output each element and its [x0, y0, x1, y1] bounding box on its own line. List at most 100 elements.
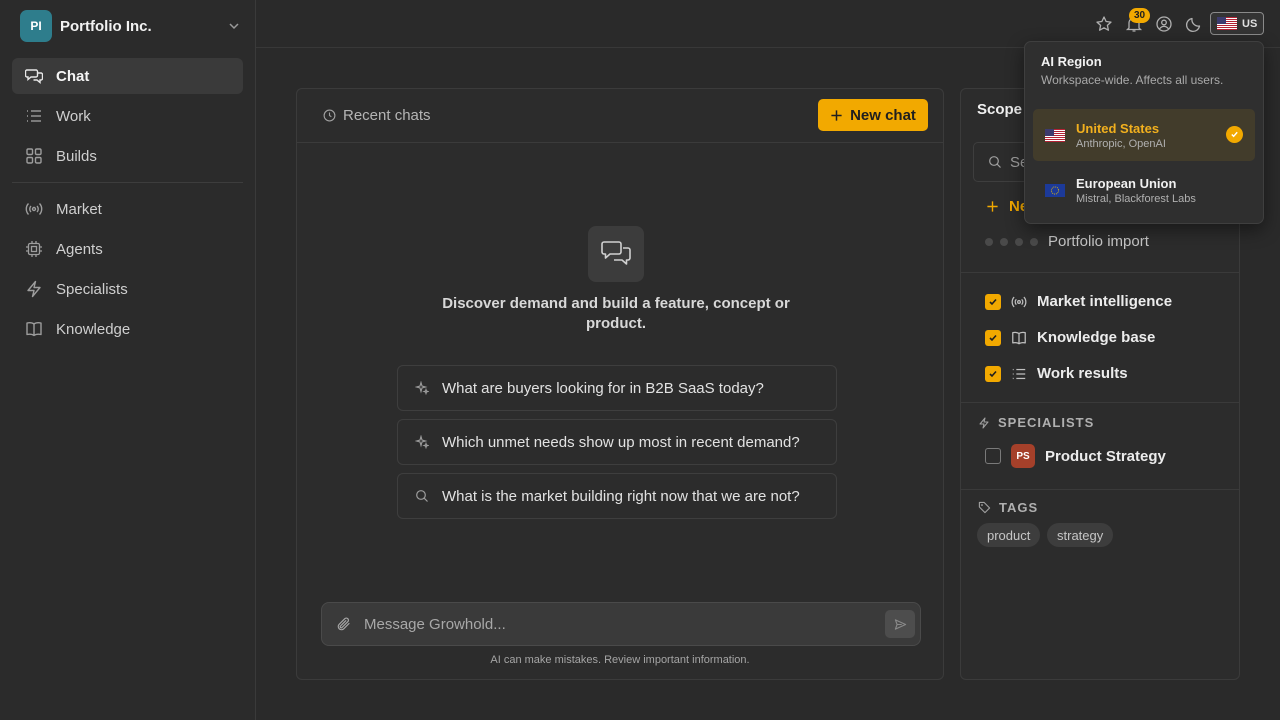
- recent-chats-label: Recent chats: [343, 107, 431, 124]
- primary-nav: Chat Work Builds: [12, 58, 243, 178]
- source-work-results[interactable]: Work results: [985, 365, 1128, 382]
- divider: [961, 489, 1239, 490]
- empty-state-icon-box: [588, 226, 644, 282]
- nav-label: Agents: [56, 240, 103, 258]
- workspace-switcher[interactable]: PI Portfolio Inc.: [20, 10, 242, 42]
- lightning-icon: [27, 280, 41, 298]
- notification-badge: 30: [1129, 8, 1150, 23]
- tag-icon: [978, 501, 991, 514]
- us-flag-icon: [1217, 17, 1237, 30]
- nav-label: Knowledge: [56, 320, 131, 338]
- suggestion-text: Which unmet needs show up most in recent…: [442, 433, 800, 451]
- nav-item-knowledge[interactable]: Knowledge: [12, 311, 243, 347]
- region-option-us[interactable]: United States Anthropic, OpenAI: [1033, 109, 1255, 161]
- user-circle-icon[interactable]: [1155, 15, 1173, 33]
- secondary-nav: Market Agents Specialists Knowledge: [12, 191, 243, 351]
- message-input[interactable]: [364, 615, 864, 633]
- tag-chip[interactable]: strategy: [1047, 523, 1114, 547]
- nav-item-chat[interactable]: Chat: [12, 58, 243, 94]
- broadcast-icon: [1011, 296, 1027, 307]
- region-dropdown-title: AI Region: [1041, 54, 1102, 69]
- chat-bubbles-icon: [25, 69, 43, 84]
- search-icon: [989, 156, 1001, 168]
- new-chat-label: New chat: [850, 106, 916, 124]
- region-option-providers: Mistral, Blackforest Labs: [1076, 192, 1196, 205]
- chevron-down-icon: [229, 23, 239, 30]
- divider: [961, 272, 1239, 273]
- paperclip-icon[interactable]: [336, 616, 352, 632]
- specialist-label: Product Strategy: [1045, 447, 1166, 465]
- search-icon: [416, 490, 428, 502]
- check-circle-icon: [1226, 126, 1243, 143]
- plus-icon: [831, 109, 842, 121]
- workspace-name: Portfolio Inc.: [60, 17, 152, 35]
- source-label: Market intelligence: [1037, 293, 1173, 310]
- nav-label: Chat: [56, 67, 90, 85]
- scope-title: Scope: [977, 101, 1023, 118]
- list-icon: [1012, 368, 1026, 379]
- broadcast-icon: [25, 203, 43, 215]
- scope-new-button[interactable]: Ne: [986, 198, 1028, 215]
- plus-icon: [987, 201, 998, 212]
- workspace-avatar: PI: [20, 10, 52, 42]
- moon-icon[interactable]: [1185, 15, 1203, 33]
- nav-item-specialists[interactable]: Specialists: [12, 271, 243, 307]
- specialist-product-strategy[interactable]: PS Product Strategy: [985, 444, 1166, 468]
- tags-heading: TAGS: [978, 500, 1038, 515]
- chip-icon: [26, 241, 42, 257]
- nav-label: Market: [56, 200, 102, 218]
- list-icon: [27, 110, 41, 122]
- divider: [961, 402, 1239, 403]
- checkbox-unchecked[interactable]: [985, 448, 1001, 464]
- eu-flag-icon: [1045, 183, 1065, 197]
- suggestion-item[interactable]: Which unmet needs show up most in recent…: [397, 419, 837, 465]
- empty-state-text: Discover demand and build a feature, con…: [442, 295, 790, 332]
- source-label: Knowledge base: [1037, 329, 1156, 346]
- suggestion-item[interactable]: What are buyers looking for in B2B SaaS …: [397, 365, 837, 411]
- checkbox-checked[interactable]: [985, 293, 1001, 310]
- region-option-name: European Union: [1076, 175, 1177, 191]
- chat-bubbles-icon: [601, 241, 631, 265]
- ai-disclaimer: AI can make mistakes. Review important i…: [490, 654, 750, 666]
- nav-item-agents[interactable]: Agents: [12, 231, 243, 267]
- nav-item-market[interactable]: Market: [12, 191, 243, 227]
- star-icon[interactable]: [1095, 15, 1113, 33]
- region-option-name: United States: [1076, 120, 1160, 136]
- nav-item-work[interactable]: Work: [12, 98, 243, 134]
- tags-heading-label: TAGS: [999, 500, 1039, 515]
- source-label: Work results: [1037, 365, 1128, 382]
- nav-label: Specialists: [56, 280, 128, 298]
- chat-header: Recent chats New chat: [297, 89, 943, 143]
- checkbox-checked[interactable]: [985, 365, 1001, 382]
- source-knowledge-base[interactable]: Knowledge base: [985, 329, 1155, 346]
- sparkle-icon: [415, 381, 429, 395]
- loading-dots: [985, 237, 1038, 246]
- us-flag-icon: [1045, 128, 1065, 142]
- sidebar: PI Portfolio Inc. Chat Work Builds Marke…: [0, 0, 256, 720]
- source-market-intelligence[interactable]: Market intelligence: [985, 293, 1172, 310]
- nav-item-builds[interactable]: Builds: [12, 138, 243, 174]
- suggestion-item[interactable]: What is the market building right now th…: [397, 473, 837, 519]
- specialist-avatar: PS: [1011, 444, 1035, 468]
- nav-label: Work: [56, 107, 91, 125]
- region-dropdown-subtitle: Workspace-wide. Affects all users.: [1041, 73, 1224, 87]
- nav-divider: [12, 182, 243, 183]
- lightning-icon: [979, 416, 989, 429]
- grid-icon: [26, 148, 42, 164]
- portfolio-import-item[interactable]: Portfolio import: [985, 233, 1149, 250]
- suggestion-text: What is the market building right now th…: [442, 487, 800, 505]
- checkbox-checked[interactable]: [985, 329, 1001, 346]
- book-icon: [1012, 331, 1026, 344]
- recent-chats-button[interactable]: Recent chats: [323, 107, 431, 124]
- clock-icon: [323, 109, 336, 122]
- region-code: US: [1242, 17, 1258, 30]
- region-selector-button[interactable]: US: [1210, 12, 1264, 35]
- send-icon: [894, 618, 906, 630]
- region-option-providers: Anthropic, OpenAI: [1076, 137, 1166, 150]
- book-icon: [26, 322, 42, 337]
- new-chat-button[interactable]: New chat: [818, 99, 928, 131]
- tag-chip[interactable]: product: [977, 523, 1041, 547]
- region-option-eu[interactable]: European Union Mistral, Blackforest Labs: [1033, 164, 1255, 216]
- chat-panel: Recent chats New chat Discover demand an…: [296, 88, 944, 680]
- send-button[interactable]: [885, 610, 915, 638]
